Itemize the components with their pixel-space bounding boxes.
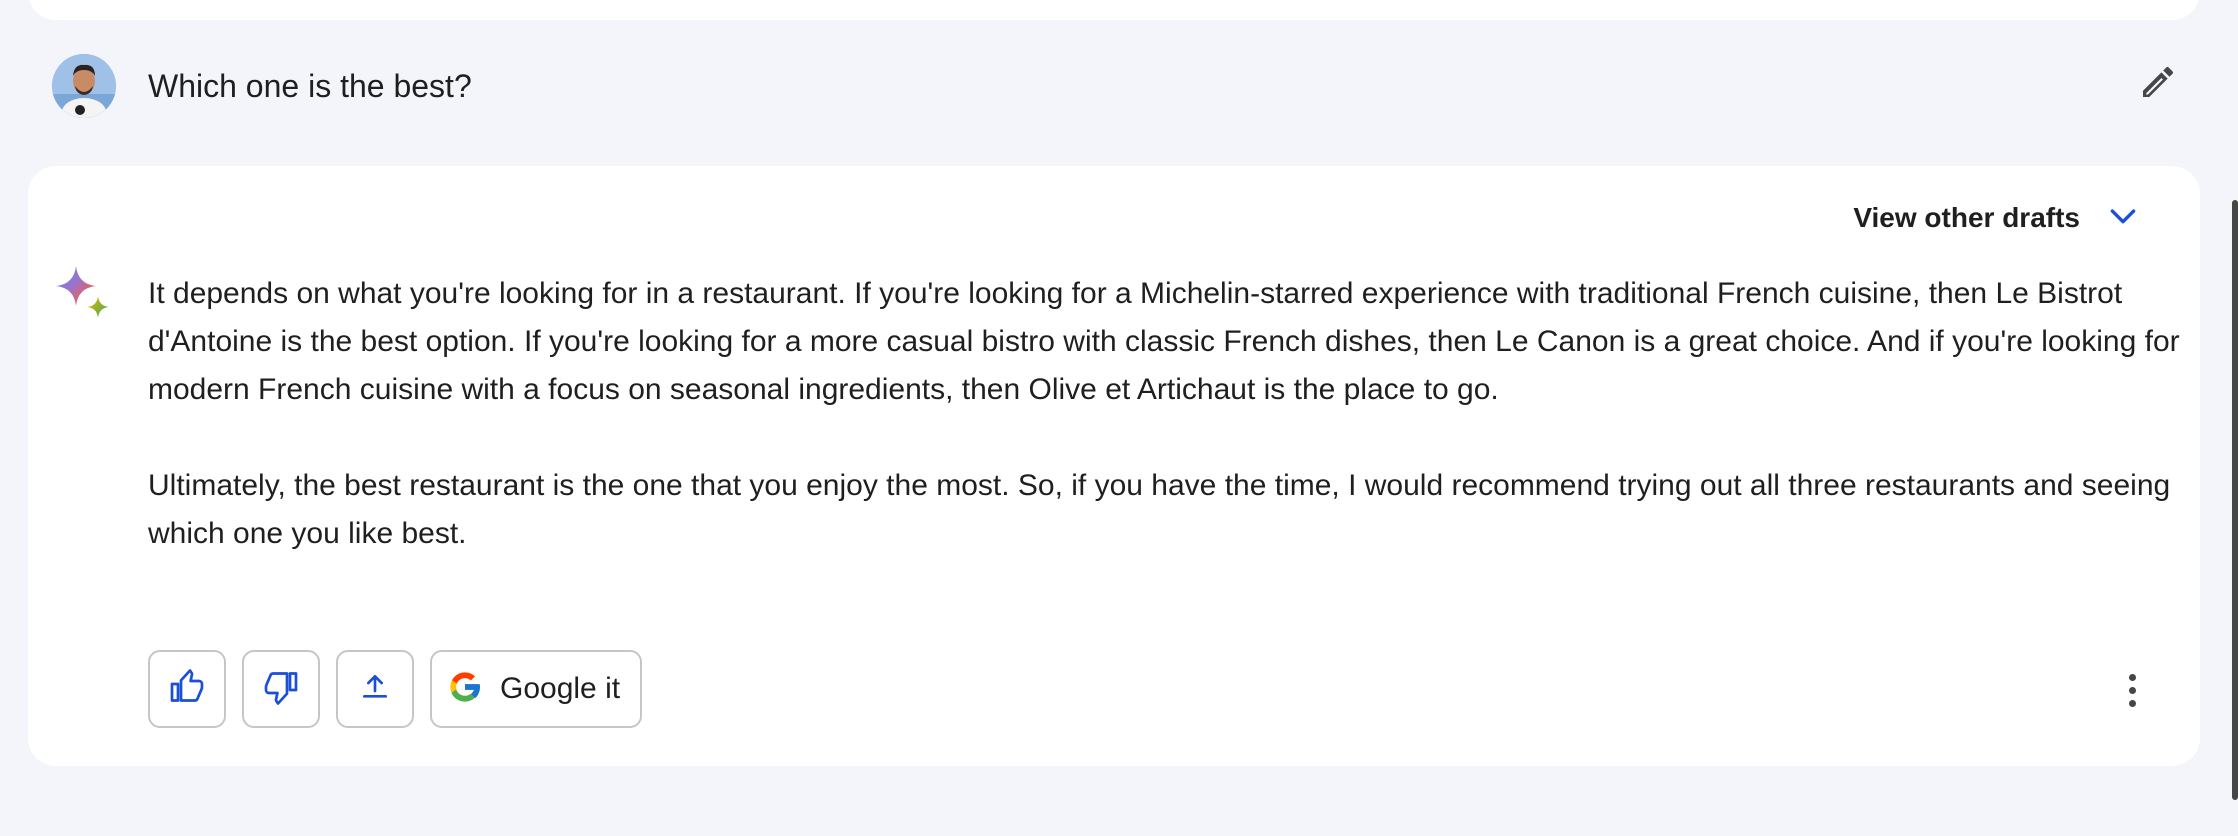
bard-sparkle-icon — [54, 264, 114, 324]
response-actions: Google it — [148, 650, 643, 732]
google-it-label: Google it — [500, 672, 621, 705]
user-prompt-row: Which one is the best? — [52, 52, 2182, 118]
view-other-drafts-label: View other drafts — [1853, 202, 2080, 233]
response-paragraph: It depends on what you're looking for in… — [148, 277, 2180, 406]
google-it-button[interactable]: Google it — [430, 650, 643, 728]
view-other-drafts-button[interactable]: View other drafts — [1853, 194, 2140, 242]
more-options-button[interactable] — [2112, 666, 2152, 714]
thumbs-down-icon — [263, 669, 299, 710]
user-avatar[interactable] — [52, 54, 116, 118]
thumbs-up-button[interactable] — [148, 650, 226, 728]
google-g-icon — [446, 668, 484, 711]
thumbs-up-icon — [169, 668, 205, 710]
edit-prompt-button[interactable] — [2134, 60, 2182, 108]
more-vert-icon — [2128, 673, 2136, 681]
pencil-icon — [2138, 62, 2178, 107]
user-prompt-text: Which one is the best? — [148, 68, 472, 104]
chevron-down-icon — [2106, 199, 2140, 238]
response-text: It depends on what you're looking for in… — [148, 270, 2188, 606]
response-paragraph: Ultimately, the best restaurant is the o… — [148, 469, 2171, 550]
share-button[interactable] — [336, 650, 414, 728]
thumbs-down-button[interactable] — [242, 650, 320, 728]
share-icon — [359, 671, 391, 708]
previous-card — [28, 0, 2200, 20]
scrollbar[interactable] — [2232, 200, 2238, 800]
response-card: View other drafts It depends on what you… — [28, 166, 2200, 766]
